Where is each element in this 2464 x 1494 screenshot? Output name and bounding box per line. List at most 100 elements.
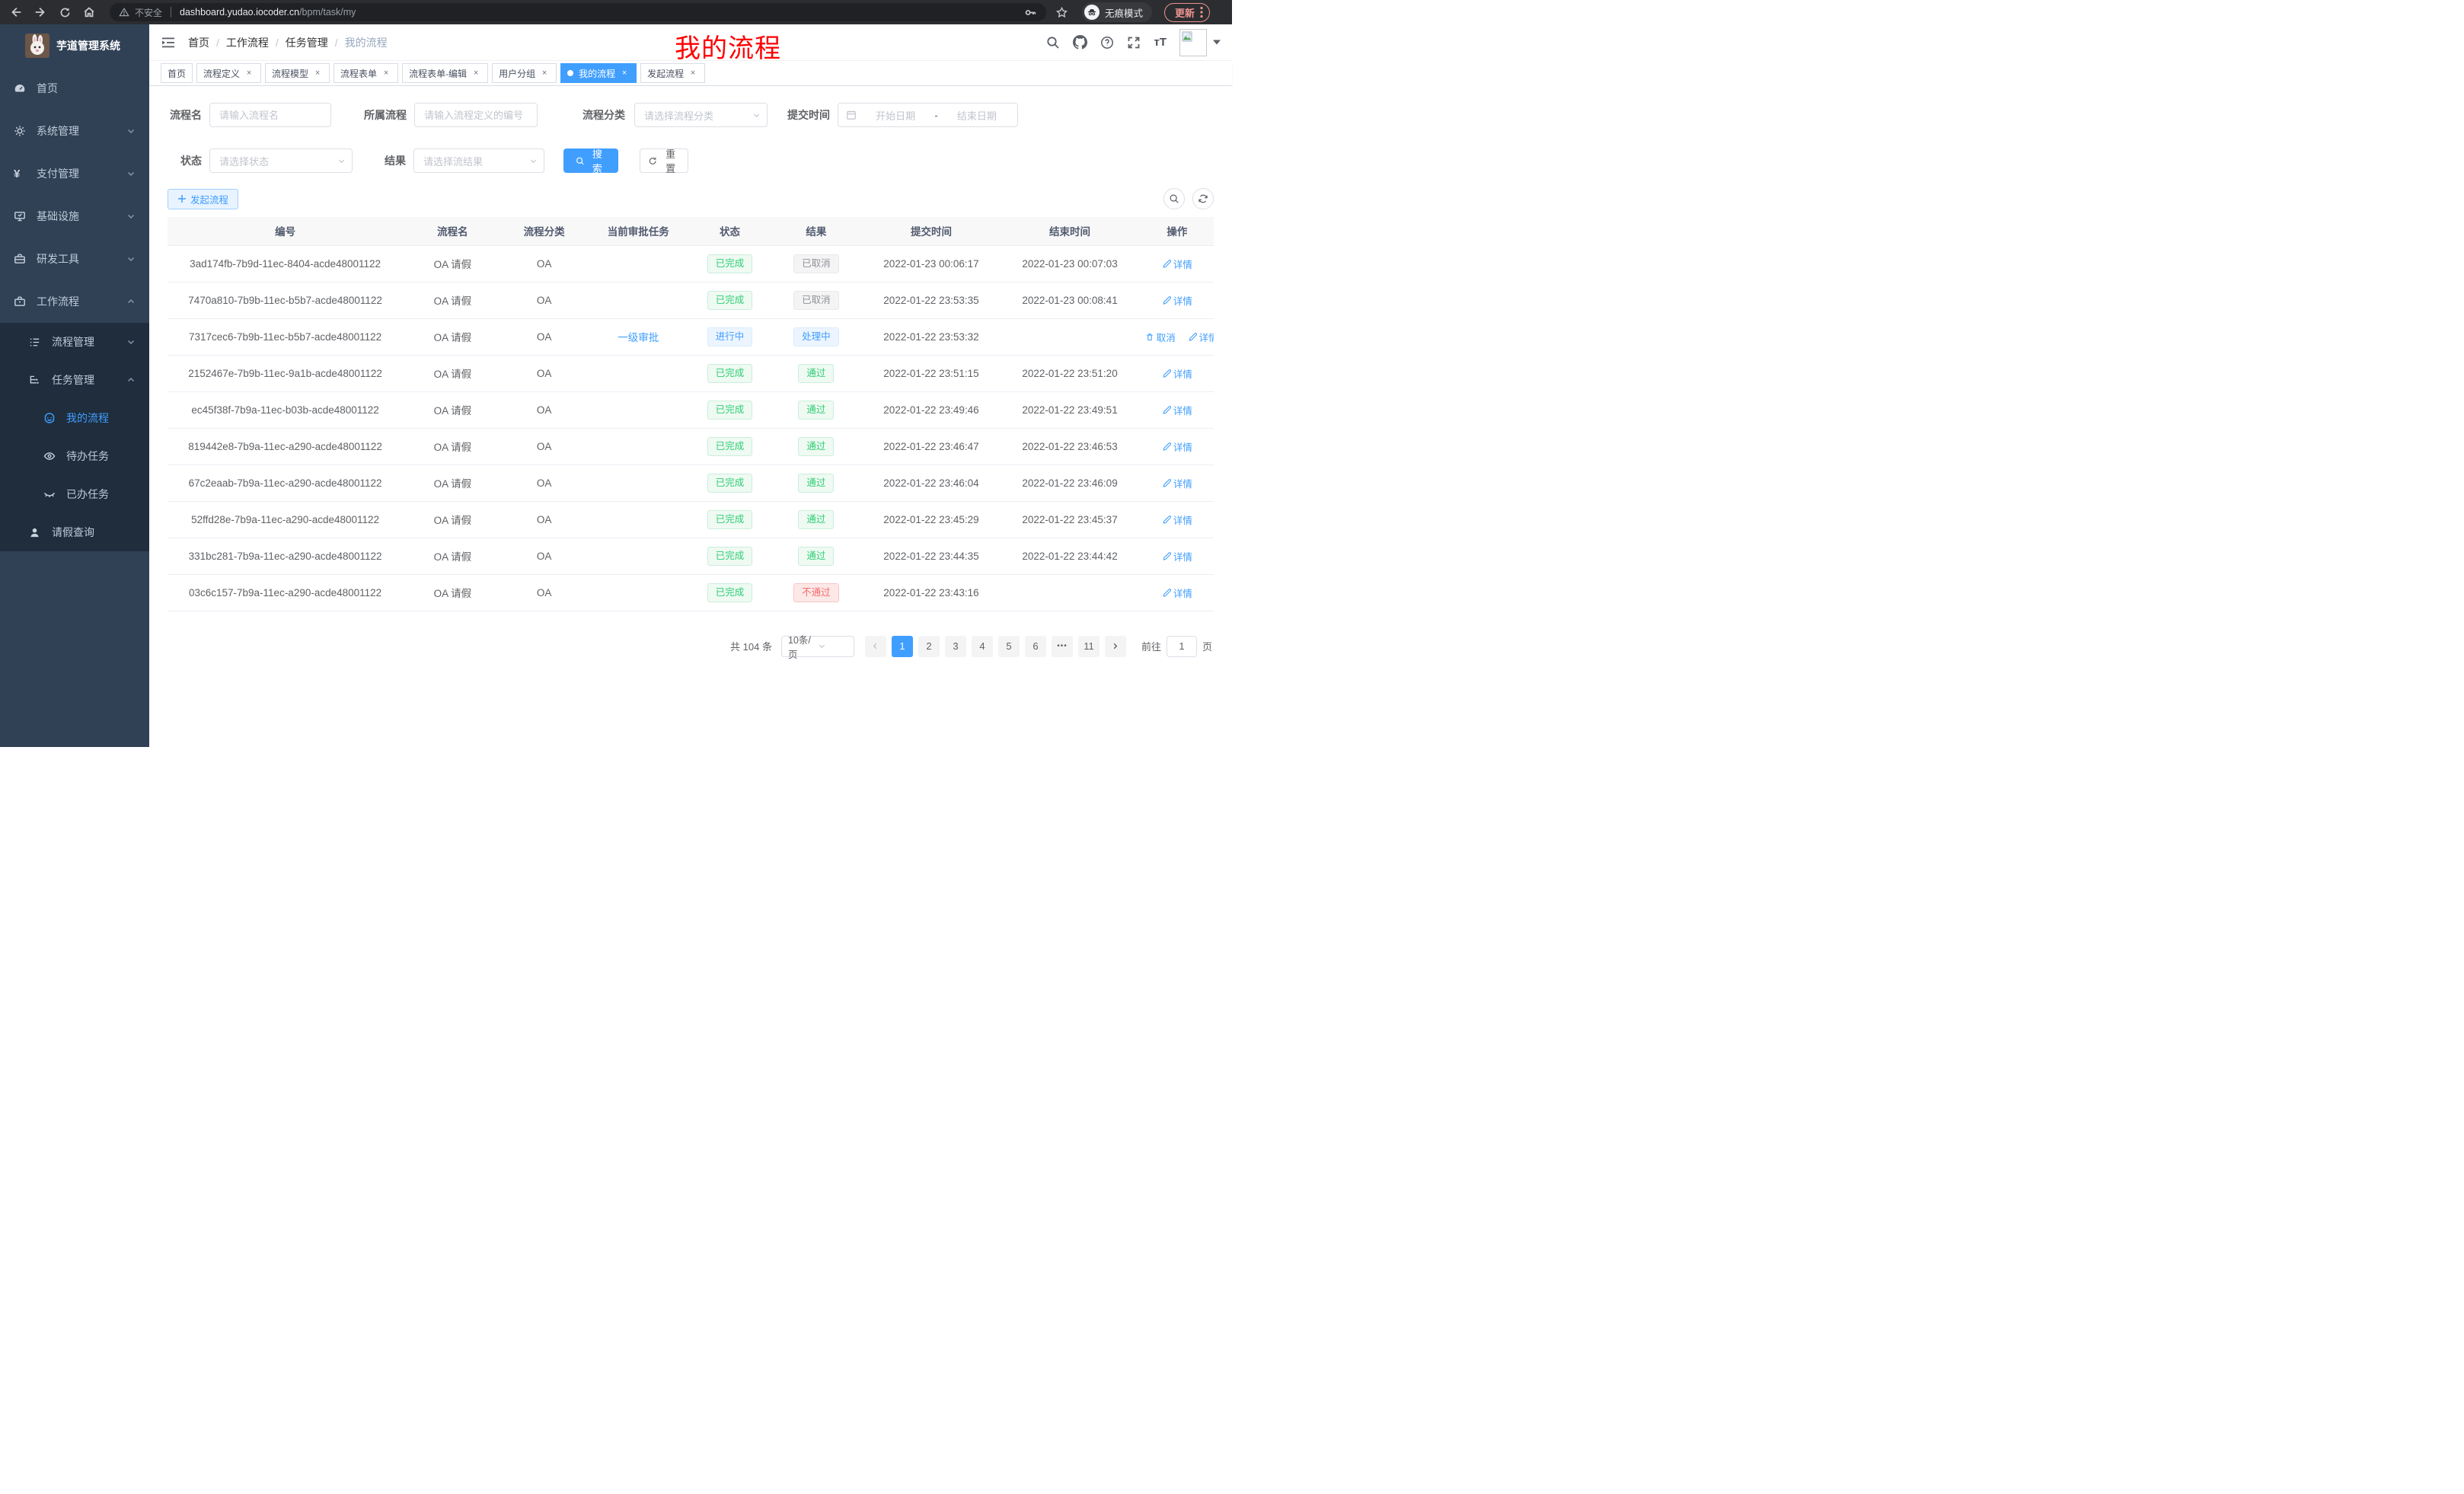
sidebar-item-payment[interactable]: ¥ 支付管理 (0, 152, 149, 195)
page-button-2[interactable]: 2 (918, 636, 940, 657)
browser-update-button[interactable]: 更新 (1164, 3, 1210, 22)
start-date-placeholder[interactable]: 开始日期 (863, 108, 928, 123)
page-button-4[interactable]: 4 (972, 636, 993, 657)
browser-menu-icon[interactable] (1200, 6, 1203, 18)
sidebar-item-process-mgmt[interactable]: 流程管理 (0, 323, 149, 361)
close-icon[interactable]: × (471, 68, 481, 78)
detail-link[interactable]: 详情 (1162, 257, 1192, 271)
detail-link[interactable]: 详情 (1162, 293, 1192, 308)
tab-start-process[interactable]: 发起流程× (640, 63, 705, 83)
prev-page-button[interactable] (865, 636, 886, 657)
current-task-link[interactable]: 一级审批 (618, 332, 659, 343)
sidebar-item-devtools[interactable]: 研发工具 (0, 238, 149, 280)
breadcrumb-home[interactable]: 首页 (188, 35, 209, 50)
user-avatar-menu[interactable] (1179, 29, 1221, 56)
cancel-link[interactable]: 取消 (1145, 330, 1176, 344)
browser-reload-button[interactable] (56, 4, 73, 21)
page-button-6[interactable]: 6 (1025, 636, 1046, 657)
process-name-input[interactable] (209, 103, 331, 127)
detail-link[interactable]: 详情 (1188, 330, 1214, 344)
tab-process-form-edit[interactable]: 流程表单-编辑× (402, 63, 488, 83)
result-select[interactable]: 请选择流结果 (413, 148, 544, 173)
sidebar-item-my-process[interactable]: 我的流程 (0, 399, 149, 437)
detail-link[interactable]: 详情 (1162, 549, 1192, 563)
cell-name: OA 请假 (403, 245, 503, 282)
font-size-icon[interactable]: тT (1154, 36, 1167, 49)
sidebar-fold-icon[interactable] (161, 35, 176, 50)
cell-id: 331bc281-7b9a-11ec-a290-acde48001122 (168, 538, 403, 574)
show-search-icon-button[interactable] (1163, 188, 1185, 209)
fullscreen-icon[interactable] (1127, 36, 1141, 49)
refresh-table-button[interactable] (1192, 188, 1214, 209)
reset-button[interactable]: 重置 (640, 148, 688, 173)
page-button-1[interactable]: 1 (892, 636, 913, 657)
breadcrumb-workflow[interactable]: 工作流程 (226, 35, 269, 50)
detail-link[interactable]: 详情 (1162, 439, 1192, 454)
detail-link[interactable]: 详情 (1162, 476, 1192, 490)
end-date-placeholder[interactable]: 结束日期 (944, 108, 1010, 123)
browser-home-button[interactable] (81, 4, 97, 21)
cell-category: OA (503, 428, 586, 464)
close-icon[interactable]: × (619, 68, 630, 78)
page-ellipsis[interactable]: ••• (1052, 636, 1073, 657)
result-badge: 通过 (798, 474, 834, 493)
tab-process-form[interactable]: 流程表单× (334, 63, 398, 83)
address-bar[interactable]: 不安全 dashboard.yudao.iocoder.cn/bpm/task/… (110, 3, 1046, 21)
sidebar-item-task-mgmt[interactable]: 任务管理 (0, 361, 149, 399)
process-category-select[interactable]: 请选择流程分类 (634, 103, 768, 127)
sidebar-item-done-tasks[interactable]: 已办任务 (0, 475, 149, 513)
cell-name: OA 请假 (403, 318, 503, 355)
search-icon[interactable] (1046, 36, 1060, 49)
page-size-select[interactable]: 10条/页 (781, 636, 854, 657)
close-icon[interactable]: × (381, 68, 391, 78)
help-icon[interactable] (1100, 36, 1114, 49)
app-logo-row[interactable]: 芋道管理系统 (0, 24, 149, 67)
close-icon[interactable]: × (688, 68, 698, 78)
browser-forward-button[interactable] (32, 4, 49, 21)
tab-home[interactable]: 首页 (161, 63, 193, 83)
sidebar-item-home[interactable]: 首页 (0, 67, 149, 110)
close-icon[interactable]: × (312, 68, 323, 78)
sidebar-item-workflow[interactable]: 工作流程 (0, 280, 149, 323)
search-button[interactable]: 搜索 (563, 148, 618, 173)
detail-link[interactable]: 详情 (1162, 512, 1192, 527)
sidebar-item-label: 基础设施 (37, 209, 79, 224)
page-button-5[interactable]: 5 (998, 636, 1020, 657)
github-icon[interactable] (1073, 35, 1087, 49)
app-title: 芋道管理系统 (56, 38, 120, 53)
page-button-3[interactable]: 3 (945, 636, 966, 657)
status-select[interactable]: 请选择状态 (209, 148, 353, 173)
smiley-face-icon (43, 412, 56, 424)
sidebar-item-todo-tasks[interactable]: 待办任务 (0, 437, 149, 475)
detail-link[interactable]: 详情 (1162, 403, 1192, 417)
password-key-icon[interactable] (1024, 6, 1037, 19)
goto-page-input[interactable] (1167, 636, 1197, 657)
eye-closed-icon (43, 488, 56, 500)
sidebar-item-system[interactable]: 系统管理 (0, 110, 149, 152)
sidebar-item-infrastructure[interactable]: 基础设施 (0, 195, 149, 238)
cell-category: OA (503, 464, 586, 501)
sidebar-item-label: 支付管理 (37, 166, 79, 181)
tab-process-model[interactable]: 流程模型× (265, 63, 330, 83)
sidebar-item-leave-query[interactable]: 请假查询 (0, 513, 149, 551)
result-badge: 通过 (798, 437, 834, 456)
detail-link[interactable]: 详情 (1162, 586, 1192, 600)
bookmark-star-icon[interactable] (1055, 6, 1068, 19)
process-definition-input[interactable] (414, 103, 538, 127)
next-page-button[interactable] (1105, 636, 1126, 657)
cell-name: OA 请假 (403, 428, 503, 464)
detail-link[interactable]: 详情 (1162, 366, 1192, 381)
url-text[interactable]: dashboard.yudao.iocoder.cn/bpm/task/my (180, 7, 356, 18)
tab-process-definition[interactable]: 流程定义× (196, 63, 261, 83)
tab-my-process[interactable]: 我的流程× (560, 63, 637, 83)
browser-back-button[interactable] (8, 4, 24, 21)
security-label[interactable]: 不安全 (135, 6, 162, 19)
close-icon[interactable]: × (539, 68, 550, 78)
dashboard-icon (14, 82, 26, 94)
page-button-11[interactable]: 11 (1078, 636, 1100, 657)
breadcrumb-task-mgmt[interactable]: 任务管理 (286, 35, 328, 50)
submit-time-daterange[interactable]: 开始日期 - 结束日期 (838, 103, 1018, 127)
create-process-button[interactable]: 发起流程 (168, 189, 238, 209)
close-icon[interactable]: × (244, 68, 254, 78)
tab-user-group[interactable]: 用户分组× (492, 63, 557, 83)
